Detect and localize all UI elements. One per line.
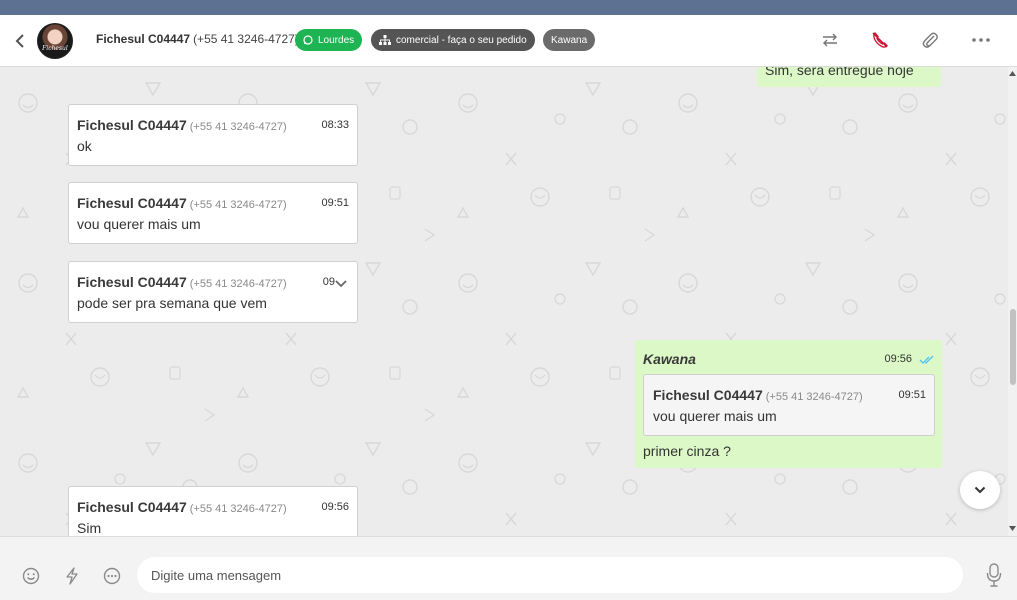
message-sender: Fichesul C04447 (+55 41 3246-4727) [77,117,287,133]
message-bubble[interactable]: Fichesul C04447 (+55 41 3246-4727) 09:51 … [68,182,358,244]
whatsapp-icon [303,35,313,45]
read-ticks-icon [919,355,934,364]
scrollbar-thumb[interactable] [1010,309,1016,385]
chat-scrollbar[interactable] [1008,67,1017,536]
message-time: 09:51 [321,197,349,209]
message-input[interactable] [137,557,963,593]
contact-name: Fichesul C04447 [96,32,191,46]
message-time: 09:56 [321,501,349,513]
microphone-icon [986,563,1002,587]
queue-tag[interactable]: comercial - faça o seu pedido [371,29,535,51]
paperclip-icon [922,32,938,48]
sender-phone: (+55 41 3246-4727) [189,121,287,133]
message-time: 09 [322,276,335,288]
quick-replies-button[interactable] [102,566,122,586]
scroll-up-arrow-icon[interactable] [1009,71,1016,77]
quoted-time: 09:51 [898,389,926,401]
sender-name: Kawana [643,351,696,367]
chevron-down-icon [974,486,986,494]
message-bubble[interactable]: Fichesul C04447 (+55 41 3246-4727) 09:56 … [68,486,358,536]
message-text: Sim [77,520,102,536]
message-sender: Fichesul C04447 (+55 41 3246-4727) [77,499,287,515]
message-menu-button[interactable] [335,275,347,293]
queue-tag-label: comercial - faça o seu pedido [396,34,527,46]
chevron-left-icon [15,34,24,48]
contact-phone: (+55 41 3246-4727) [193,32,299,46]
quoted-sender-phone: (+55 41 3246-4727) [765,391,863,403]
quoted-text: vou querer mais um [653,408,777,424]
sender-phone: (+55 41 3246-4727) [189,503,287,515]
user-tag[interactable]: Kawana [543,29,596,51]
message-text: primer cinza ? [643,443,731,459]
message-sender: Fichesul C04447 (+55 41 3246-4727) [77,274,287,290]
sender-name: Fichesul C04447 [77,274,187,290]
message-bubble[interactable]: Kawana 09:56 Fichesul C04447 (+55 41 3246… [635,340,942,468]
message-text: Sim, sera entregue hoje [765,67,914,78]
message-bubble[interactable]: Fichesul C04447 (+55 41 3246-4727) 09 pod… [68,261,358,323]
message-text: vou querer mais um [77,216,201,232]
message-text: pode ser pra semana que vem [77,295,267,311]
voice-record-button[interactable] [983,563,1005,587]
quoted-sender-name: Fichesul C04447 [653,387,763,403]
sitemap-icon [379,35,391,45]
agent-tag[interactable]: Lourdes [295,29,363,51]
sender-name: Fichesul C04447 [77,117,187,133]
scroll-to-bottom-button[interactable] [960,471,1000,509]
sender-phone: (+55 41 3246-4727) [189,278,287,290]
contact-title[interactable]: Fichesul C04447 (+55 41 3246-4727) [96,32,299,46]
message-text: ok [77,138,92,154]
emoji-button[interactable] [21,566,41,586]
message-bubble[interactable]: Sim, sera entregue hoje [757,67,941,87]
contact-avatar[interactable]: Fichesul [37,23,73,59]
chevron-down-icon [335,280,347,288]
browser-top-strip [0,0,1017,15]
attach-button[interactable] [918,28,942,52]
quoted-message[interactable]: Fichesul C04447 (+55 41 3246-4727) 09:51 … [643,374,935,436]
message-bubble[interactable]: Fichesul C04447 (+55 41 3246-4727) 08:33 … [68,104,358,166]
agent-tag-label: Lourdes [318,34,355,46]
sender-phone: (+55 41 3246-4727) [189,199,287,211]
sender-name: Fichesul C04447 [77,195,187,211]
chat-area[interactable]: Sim, sera entregue hoje Fichesul C04447(… [0,67,1017,536]
scroll-down-arrow-icon[interactable] [1009,525,1016,531]
end-call-button[interactable] [868,28,892,52]
transfer-button[interactable] [818,28,842,52]
quick-action-button[interactable] [62,566,82,586]
more-options-button[interactable] [969,28,993,52]
sender-name: Fichesul C04447 [77,499,187,515]
more-icon [972,38,990,42]
message-composer [0,536,1017,600]
message-sender: Fichesul C04447 (+55 41 3246-4727) [77,195,287,211]
avatar-logo-text: Fichesul [42,45,68,52]
quoted-sender: Fichesul C04447 (+55 41 3246-4727) [653,387,863,403]
end-call-icon [872,32,888,48]
chat-header: Fichesul Fichesul C04447 (+55 41 3246-472… [0,15,1017,67]
user-tag-label: Kawana [551,34,588,46]
message-time: 09:56 [884,353,912,365]
quick-replies-icon [103,567,121,585]
lightning-icon [66,567,78,585]
emoji-icon [22,567,40,585]
message-time: 08:33 [321,119,349,131]
back-button[interactable] [10,30,30,52]
transfer-icon [823,33,837,47]
